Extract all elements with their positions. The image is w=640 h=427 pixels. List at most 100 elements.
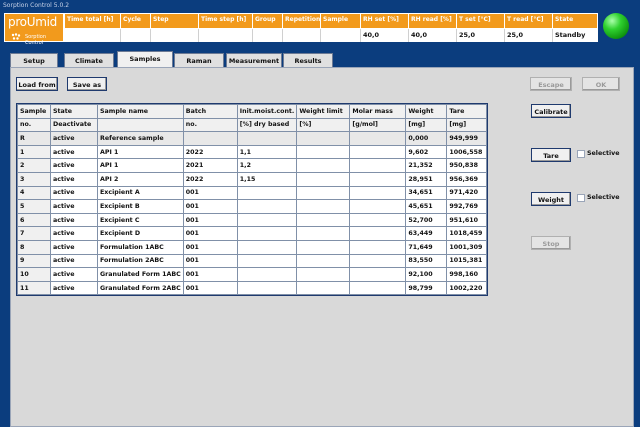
- cell-sample-no[interactable]: 10: [17, 267, 51, 282]
- cell-molar-mass[interactable]: [349, 131, 407, 146]
- cell-sample-no[interactable]: 4: [17, 185, 51, 201]
- tab-climate[interactable]: Climate: [64, 53, 114, 67]
- cell-molar-mass[interactable]: [349, 144, 407, 160]
- cell-state[interactable]: active: [50, 171, 98, 187]
- cell-init-moist[interactable]: [236, 226, 298, 241]
- cell-molar-mass[interactable]: [349, 239, 407, 255]
- cell-tare[interactable]: 951,610: [446, 212, 488, 228]
- cell-init-moist[interactable]: [236, 253, 298, 269]
- cell-tare[interactable]: 998,160: [446, 267, 488, 282]
- cell-state[interactable]: active: [50, 239, 98, 255]
- cell-sample-name[interactable]: Formulation 1ABC: [97, 239, 184, 255]
- cell-weight-limit[interactable]: [296, 158, 351, 173]
- save-as-button[interactable]: Save as: [67, 77, 107, 91]
- cell-tare[interactable]: 1015,381: [446, 253, 488, 269]
- cell-batch[interactable]: 001: [182, 253, 238, 269]
- cell-sample-no[interactable]: 8: [17, 239, 51, 255]
- cell-tare[interactable]: 1002,220: [446, 280, 488, 296]
- cell-molar-mass[interactable]: [349, 253, 407, 269]
- cell-tare[interactable]: 971,420: [446, 185, 488, 201]
- escape-button[interactable]: Escape: [530, 77, 572, 91]
- cell-state[interactable]: active: [50, 131, 98, 146]
- cell-weight[interactable]: 9,602: [405, 144, 448, 160]
- tab-results[interactable]: Results: [283, 53, 333, 67]
- cell-sample-name[interactable]: Granulated Form 2ABC: [97, 280, 184, 296]
- cell-tare[interactable]: 956,369: [446, 171, 488, 187]
- cell-weight-limit[interactable]: [296, 199, 351, 214]
- cell-batch[interactable]: 001: [182, 280, 238, 296]
- cell-weight[interactable]: 63,449: [405, 226, 448, 241]
- cell-sample-no[interactable]: 6: [17, 212, 51, 228]
- cell-weight-limit[interactable]: [296, 212, 351, 228]
- cell-weight[interactable]: 34,651: [405, 185, 448, 201]
- cell-state[interactable]: active: [50, 158, 98, 173]
- cell-sample-no[interactable]: 11: [17, 280, 51, 296]
- cell-sample-no[interactable]: 5: [17, 199, 51, 214]
- cell-state[interactable]: active: [50, 212, 98, 228]
- tab-samples[interactable]: Samples: [117, 51, 173, 67]
- cell-weight-limit[interactable]: [296, 280, 351, 296]
- cell-sample-name[interactable]: Formulation 2ABC: [97, 253, 184, 269]
- cell-init-moist[interactable]: [236, 131, 298, 146]
- cell-tare[interactable]: 950,838: [446, 158, 488, 173]
- cell-init-moist[interactable]: [236, 280, 298, 296]
- cell-batch[interactable]: 001: [182, 267, 238, 282]
- cell-weight[interactable]: 98,799: [405, 280, 448, 296]
- cell-weight[interactable]: 71,649: [405, 239, 448, 255]
- cell-tare[interactable]: 949,999: [446, 131, 488, 146]
- cell-sample-name[interactable]: Granulated Form 1ABC: [97, 267, 184, 282]
- cell-molar-mass[interactable]: [349, 226, 407, 241]
- cell-init-moist[interactable]: 1,15: [236, 171, 298, 187]
- cell-state[interactable]: active: [50, 253, 98, 269]
- cell-weight[interactable]: 92,100: [405, 267, 448, 282]
- cell-molar-mass[interactable]: [349, 171, 407, 187]
- cell-sample-name[interactable]: Excipient B: [97, 199, 184, 214]
- cell-weight[interactable]: 28,951: [405, 171, 448, 187]
- cell-sample-no[interactable]: 3: [17, 171, 51, 187]
- cell-tare[interactable]: 1006,558: [446, 144, 488, 160]
- cell-weight[interactable]: 83,550: [405, 253, 448, 269]
- cell-batch[interactable]: 2022: [182, 144, 238, 160]
- cell-sample-name[interactable]: Excipient A: [97, 185, 184, 201]
- cell-sample-name[interactable]: API 1: [97, 158, 184, 173]
- cell-init-moist[interactable]: [236, 199, 298, 214]
- cell-molar-mass[interactable]: [349, 212, 407, 228]
- weight-selective-checkbox[interactable]: [577, 194, 585, 202]
- cell-weight-limit[interactable]: [296, 131, 351, 146]
- cell-state[interactable]: active: [50, 199, 98, 214]
- cell-molar-mass[interactable]: [349, 280, 407, 296]
- tab-measurement[interactable]: Measurement: [226, 53, 282, 67]
- cell-init-moist[interactable]: 1,1: [236, 144, 298, 160]
- cell-sample-no[interactable]: 2: [17, 158, 51, 173]
- cell-molar-mass[interactable]: [349, 158, 407, 173]
- tare-button[interactable]: Tare: [531, 148, 571, 162]
- cell-state[interactable]: active: [50, 226, 98, 241]
- cell-sample-no[interactable]: R: [17, 131, 51, 146]
- cell-weight-limit[interactable]: [296, 185, 351, 201]
- cell-weight-limit[interactable]: [296, 267, 351, 282]
- cell-state[interactable]: active: [50, 185, 98, 201]
- cell-weight-limit[interactable]: [296, 226, 351, 241]
- cell-init-moist[interactable]: [236, 267, 298, 282]
- cell-weight-limit[interactable]: [296, 253, 351, 269]
- cell-sample-no[interactable]: 1: [17, 144, 51, 160]
- cell-sample-no[interactable]: 9: [17, 253, 51, 269]
- cell-batch[interactable]: 001: [182, 239, 238, 255]
- cell-state[interactable]: active: [50, 144, 98, 160]
- cell-tare[interactable]: 1001,309: [446, 239, 488, 255]
- cell-state[interactable]: active: [50, 267, 98, 282]
- cell-weight[interactable]: 0,000: [405, 131, 448, 146]
- cell-batch[interactable]: [182, 131, 238, 146]
- cell-weight[interactable]: 21,352: [405, 158, 448, 173]
- cell-tare[interactable]: 1018,459: [446, 226, 488, 241]
- cell-init-moist[interactable]: [236, 239, 298, 255]
- cell-tare[interactable]: 992,769: [446, 199, 488, 214]
- cell-weight[interactable]: 52,700: [405, 212, 448, 228]
- cell-sample-name[interactable]: Excipient D: [97, 226, 184, 241]
- stop-button[interactable]: Stop: [531, 236, 571, 250]
- cell-init-moist[interactable]: 1,2: [236, 158, 298, 173]
- cell-batch[interactable]: 001: [182, 212, 238, 228]
- cell-state[interactable]: active: [50, 280, 98, 296]
- cell-sample-no[interactable]: 7: [17, 226, 51, 241]
- cell-weight-limit[interactable]: [296, 239, 351, 255]
